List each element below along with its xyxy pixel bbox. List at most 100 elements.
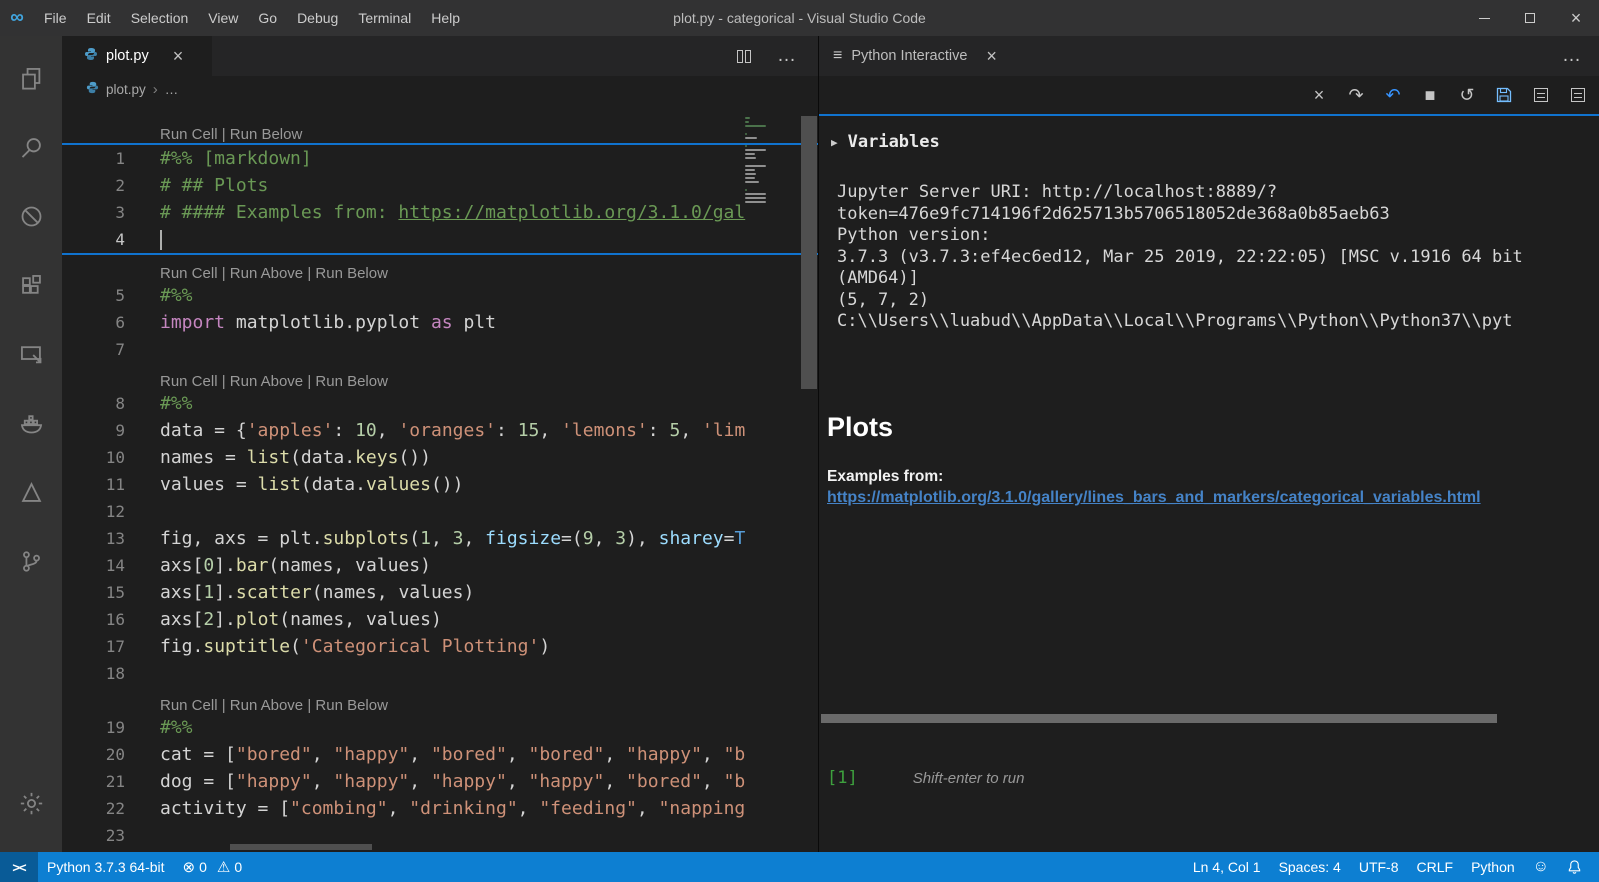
code-line-5[interactable]: 5#%% [62,282,818,309]
menu-edit[interactable]: Edit [77,0,121,36]
restart-kernel-icon[interactable]: ↺ [1458,85,1476,106]
code-line-20[interactable]: 20cat = ["bored", "happy", "bored", "bor… [62,741,818,768]
menu-terminal[interactable]: Terminal [348,0,421,36]
code-line-23[interactable]: 23 [62,822,818,849]
code-line-15[interactable]: 15axs[1].scatter(names, values) [62,579,818,606]
minimap-line [745,153,755,155]
debug-icon[interactable] [0,182,62,251]
code-line-16[interactable]: 16axs[2].plot(names, values) [62,606,818,633]
minimap-line [745,149,766,151]
panel-more-actions-icon[interactable]: … [1562,51,1599,61]
maximize-button[interactable] [1507,0,1553,36]
cancel-icon[interactable]: × [1310,85,1328,106]
code-line-14[interactable]: 14axs[0].bar(names, values) [62,552,818,579]
code-line-2[interactable]: 2# ## Plots [62,172,818,199]
codelens-separator: | [218,697,230,714]
codelens-run-cell[interactable]: Run Cell [160,126,218,143]
codelens-run-cell[interactable]: Run Cell [160,373,218,390]
problems-status[interactable]: ⊗ 0 ⚠ 0 [174,852,252,882]
split-editor-icon[interactable] [737,50,751,63]
extensions-icon[interactable] [0,251,62,320]
docker-icon[interactable] [0,389,62,458]
examples-link[interactable]: https://matplotlib.org/3.1.0/gallery/lin… [827,489,1597,507]
expand-all-icon[interactable] [1532,88,1550,102]
minimize-button[interactable] [1461,0,1507,36]
feedback-smiley-icon[interactable]: ☺ [1524,852,1558,882]
code-editor[interactable]: Run Cell | Run Below 1#%% [markdown]2# ##… [62,102,818,852]
codelens-run-above[interactable]: Run Above [230,697,303,714]
code-line-18[interactable]: 18 [62,660,818,687]
encoding-status[interactable]: UTF-8 [1350,852,1408,882]
tab-close-icon[interactable]: × [173,46,184,67]
codelens-run-above[interactable]: Run Above [230,373,303,390]
codelens-run-below[interactable]: Run Below [315,697,388,714]
code-line-7[interactable]: 7 [62,336,818,363]
code-line-19[interactable]: 19#%% [62,714,818,741]
code-line-8[interactable]: 8#%% [62,390,818,417]
language-mode-status[interactable]: Python [1462,852,1524,882]
editor-horizontal-scrollbar[interactable] [230,844,372,850]
remote-screen-icon[interactable] [0,320,62,389]
codelens-separator: | [218,373,230,390]
code-line-3[interactable]: 3# #### Examples from: https://matplotli… [62,199,818,226]
menu-debug[interactable]: Debug [287,0,348,36]
code-line-11[interactable]: 11values = list(data.values()) [62,471,818,498]
breadcrumb-file[interactable]: plot.py [106,82,146,97]
variables-section-header[interactable]: ▶ Variables [831,132,940,152]
code-line-6[interactable]: 6import matplotlib.pyplot as plt [62,309,818,336]
code-line-13[interactable]: 13fig, axs = plt.subplots(1, 3, figsize=… [62,525,818,552]
explorer-icon[interactable] [0,44,62,113]
python-file-icon [84,47,98,66]
codelens-run-below[interactable]: Run Below [230,126,303,143]
tab-plot-py[interactable]: plot.py × [62,36,212,76]
eol-status[interactable]: CRLF [1408,852,1463,882]
breadcrumb[interactable]: plot.py › … [62,76,818,102]
cursor-position-status[interactable]: Ln 4, Col 1 [1184,852,1270,882]
editor-vertical-scrollbar[interactable] [801,116,817,389]
collapse-all-icon[interactable] [1569,88,1587,102]
codelens-run-cell[interactable]: Run Cell [160,697,218,714]
notifications-bell-icon[interactable] [1558,852,1591,882]
input-cell[interactable]: [1] Shift-enter to run [827,768,1024,788]
codelens-run-below[interactable]: Run Below [315,265,388,282]
codelens-run-above[interactable]: Run Above [230,265,303,282]
search-icon[interactable] [0,113,62,182]
minimap-line [745,173,756,175]
redo-icon[interactable]: ↷ [1347,85,1365,106]
settings-gear-icon[interactable] [0,769,62,838]
line-number: 21 [62,772,125,791]
code-line-10[interactable]: 10names = list(data.keys()) [62,444,818,471]
error-count: 0 [199,859,207,875]
code-line-17[interactable]: 17fig.suptitle('Categorical Plotting') [62,633,818,660]
codelens-run-below[interactable]: Run Below [315,373,388,390]
code-line-4[interactable]: 4 [62,226,818,253]
python-interpreter-status[interactable]: Python 3.7.3 64-bit [38,852,174,882]
menu-help[interactable]: Help [421,0,470,36]
code-line-21[interactable]: 21dog = ["happy", "happy", "happy", "hap… [62,768,818,795]
line-content: values = list(data.values()) [125,471,775,498]
code-line-9[interactable]: 9data = {'apples': 10, 'oranges': 15, 'l… [62,417,818,444]
code-line-1[interactable]: 1#%% [markdown] [62,145,818,172]
editor-more-actions-icon[interactable]: … [777,51,798,61]
menu-selection[interactable]: Selection [121,0,199,36]
codelens-run-cell[interactable]: Run Cell [160,265,218,282]
code-line-12[interactable]: 12 [62,498,818,525]
indentation-status[interactable]: Spaces: 4 [1270,852,1350,882]
minimap[interactable] [745,117,767,209]
menu-view[interactable]: View [198,0,248,36]
source-control-icon[interactable] [0,527,62,596]
menu-file[interactable]: File [34,0,77,36]
remote-indicator[interactable]: >< [0,852,38,882]
undo-icon[interactable]: ↶ [1384,85,1402,106]
minimap-line [745,121,749,123]
panel-horizontal-scrollbar[interactable] [821,714,1497,723]
export-notebook-icon[interactable] [1495,87,1513,103]
menu-go[interactable]: Go [248,0,287,36]
code-line-22[interactable]: 22activity = ["combing", "drinking", "fe… [62,795,818,822]
tab-python-interactive[interactable]: ≡ Python Interactive × [819,36,1011,76]
azure-icon[interactable] [0,458,62,527]
close-window-button[interactable]: × [1553,0,1599,36]
breadcrumb-more[interactable]: … [165,82,179,97]
panel-tab-close-icon[interactable]: × [986,46,997,67]
interrupt-kernel-icon[interactable]: ■ [1421,85,1439,106]
